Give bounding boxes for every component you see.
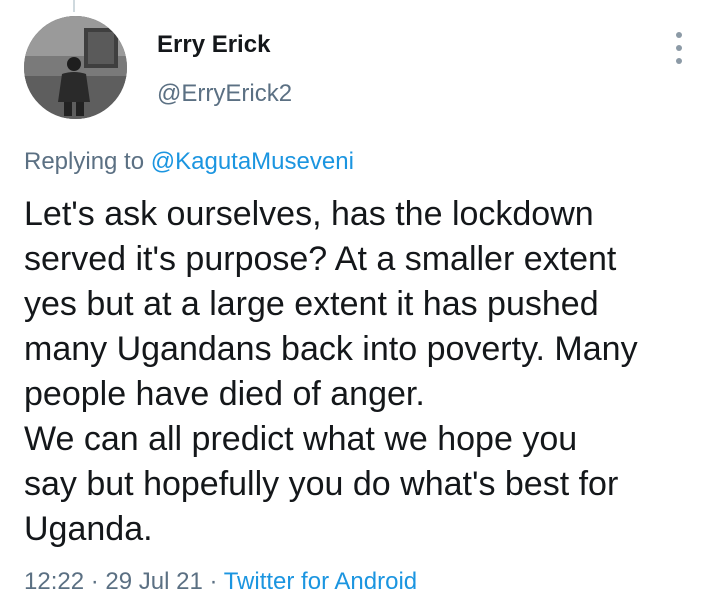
replying-to-line: Replying to @KagutaMuseveni <box>24 148 354 176</box>
tweet-time[interactable]: 12:22 <box>24 568 84 595</box>
author-display-name[interactable]: Erry Erick <box>157 31 270 59</box>
more-options-button[interactable] <box>664 30 694 66</box>
tweet-source-link[interactable]: Twitter for Android <box>224 568 417 595</box>
thread-connector-line <box>73 0 75 12</box>
tweet-text: Let's ask ourselves, has the lockdown se… <box>24 195 638 548</box>
more-vertical-icon <box>676 32 682 38</box>
meta-separator: · <box>202 568 224 595</box>
reply-to-handle-link[interactable]: @KagutaMuseveni <box>151 148 354 175</box>
tweet-metadata: 12:22 · 29 Jul 21 · Twitter for Android <box>24 568 417 596</box>
replying-to-label: Replying to <box>24 148 151 175</box>
tweet-date[interactable]: 29 Jul 21 <box>105 568 202 595</box>
author-handle[interactable]: @ErryErick2 <box>157 80 292 108</box>
avatar[interactable] <box>24 16 127 119</box>
meta-separator: · <box>84 568 106 595</box>
